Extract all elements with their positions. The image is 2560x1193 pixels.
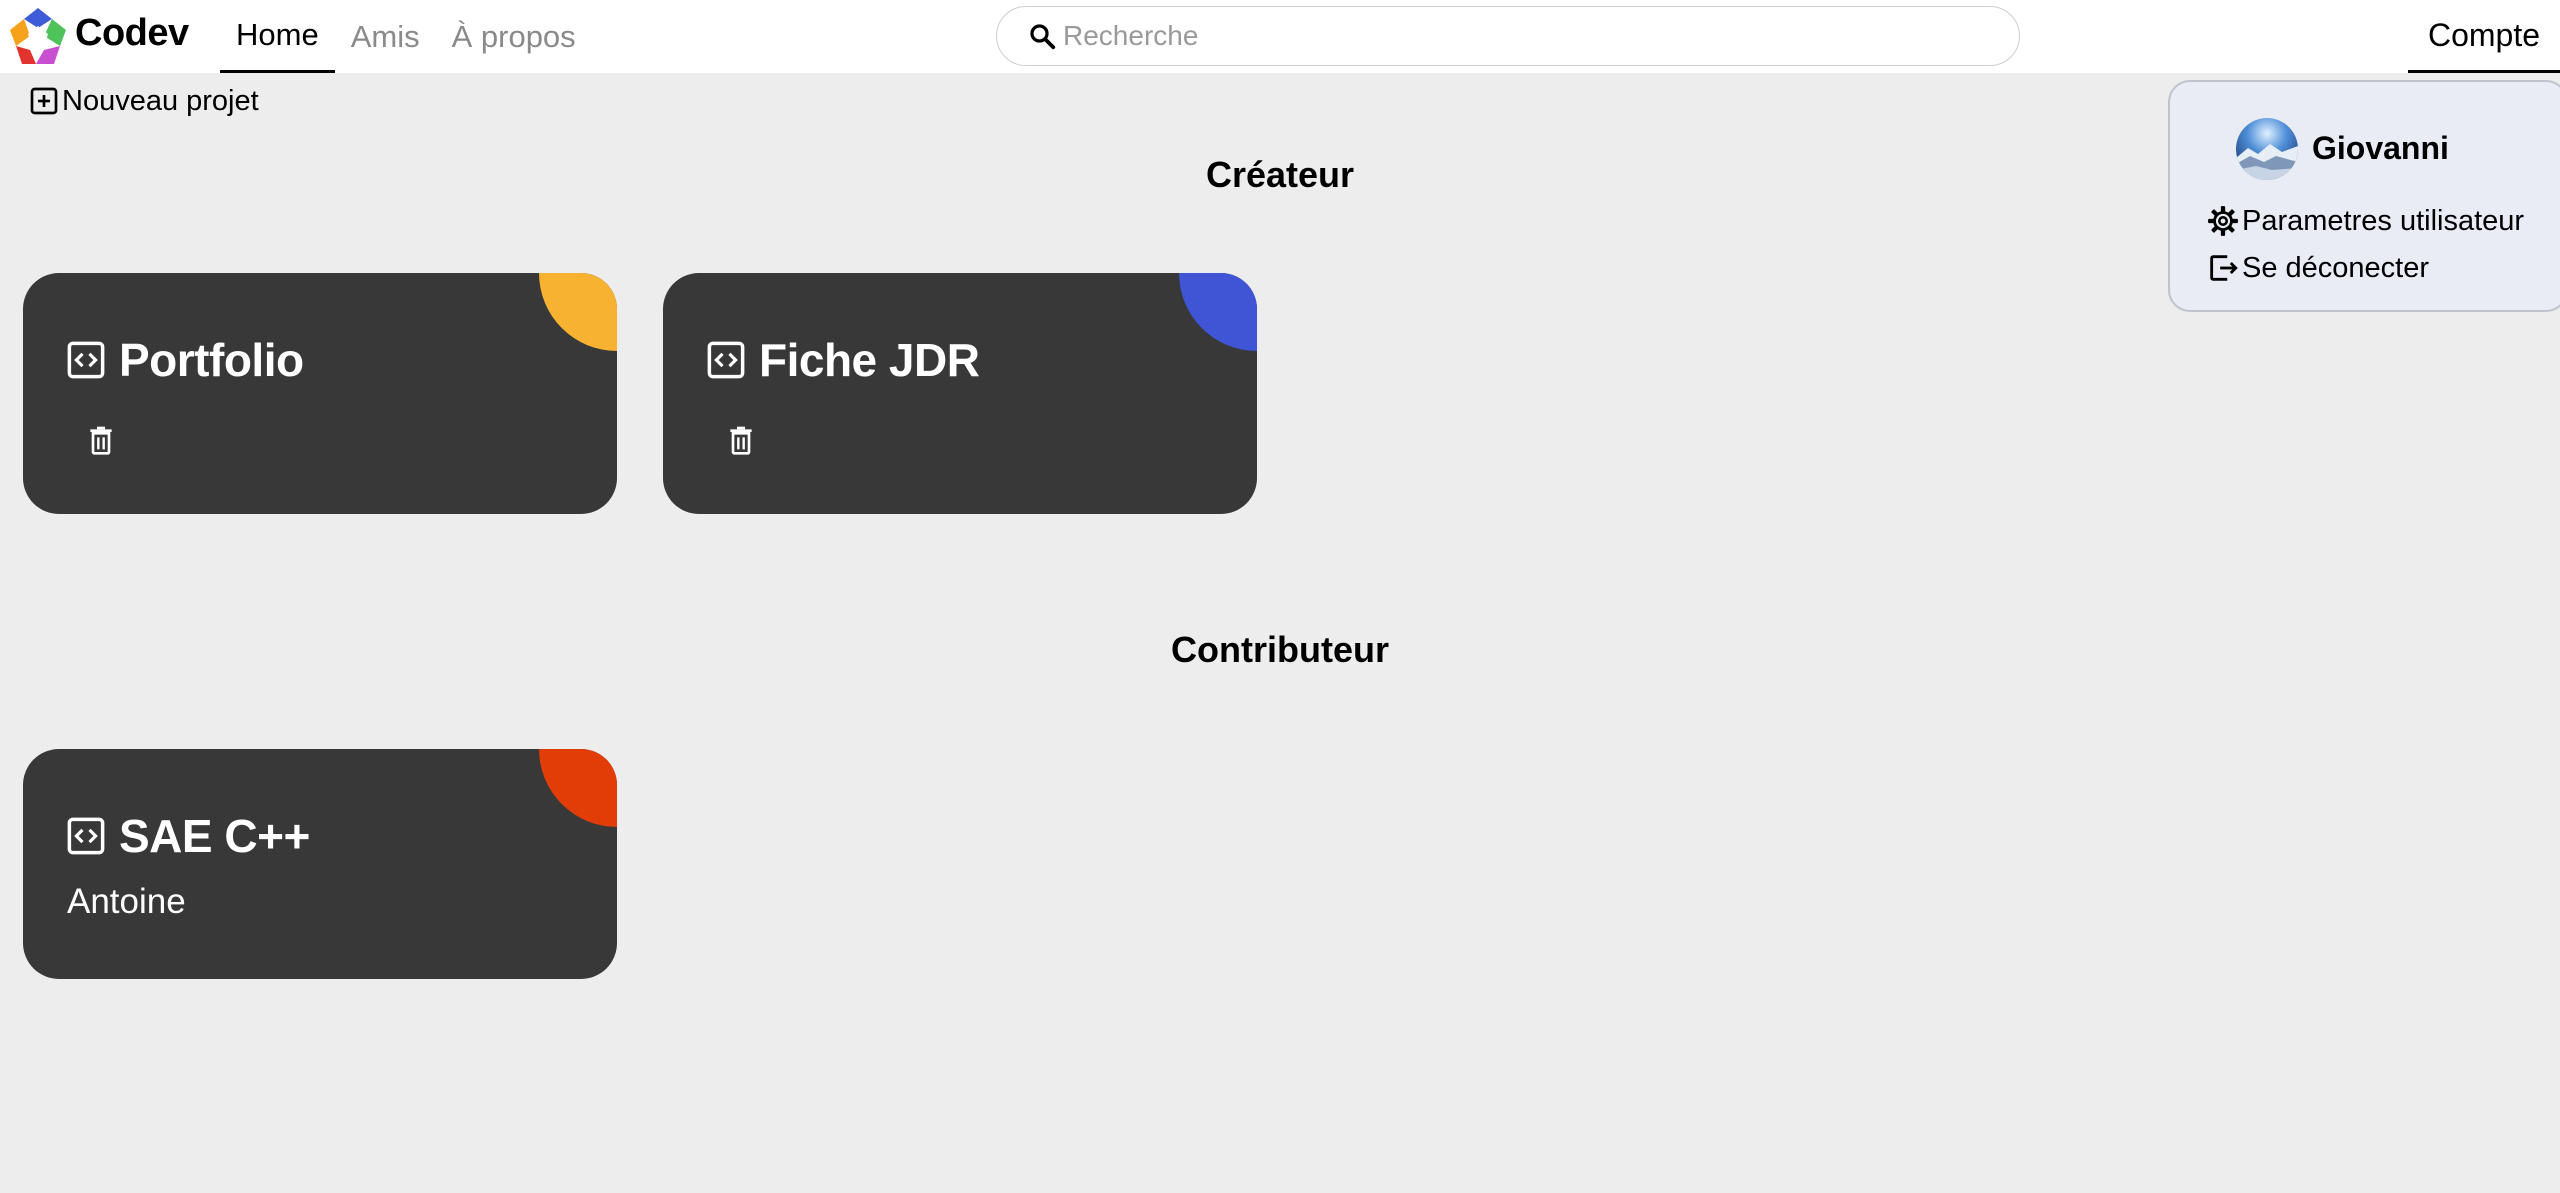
nav-home[interactable]: Home (220, 0, 335, 73)
project-card-portfolio[interactable]: Portfolio (23, 273, 617, 514)
logout-link[interactable]: Se déconecter (2206, 251, 2429, 285)
account-tab[interactable]: Compte (2408, 0, 2560, 73)
search-icon (1030, 24, 1056, 50)
new-project-button[interactable]: Nouveau projet (28, 84, 259, 118)
card-accent-corner (1179, 273, 1257, 351)
plus-square-icon (30, 87, 58, 115)
project-owner: Antoine (67, 882, 186, 921)
search-input[interactable] (1063, 20, 1963, 52)
trash-icon[interactable] (85, 424, 117, 456)
top-navbar: Codev Home Amis À propos Compte (0, 0, 2560, 73)
account-username: Giovanni (2312, 130, 2449, 166)
section-title-contributor: Contributeur (1171, 629, 1389, 670)
code-square-icon (707, 341, 745, 379)
code-square-icon (67, 817, 105, 855)
brand-name[interactable]: Codev (75, 12, 189, 55)
card-title-row: Portfolio (65, 333, 304, 387)
account-dropdown: Giovanni Parametres utilisateur Se décon… (2168, 80, 2560, 312)
card-accent-corner (539, 749, 617, 827)
nav-friends[interactable]: Amis (335, 0, 436, 73)
logout-label: Se déconecter (2242, 251, 2430, 284)
card-title-row: SAE C++ (65, 809, 310, 863)
project-card-fiche-jdr[interactable]: Fiche JDR (663, 273, 1257, 514)
project-title: Portfolio (119, 334, 304, 386)
project-card-sae-cpp[interactable]: SAE C++ Antoine (23, 749, 617, 979)
user-settings-label: Parametres utilisateur (2242, 204, 2525, 237)
gear-icon (2208, 206, 2238, 236)
card-title-row: Fiche JDR (705, 333, 980, 387)
search-bar[interactable] (996, 6, 2020, 66)
nav-about[interactable]: À propos (436, 0, 592, 73)
avatar-image-icon (2236, 118, 2298, 180)
user-settings-link[interactable]: Parametres utilisateur (2206, 204, 2524, 238)
project-title: Fiche JDR (759, 334, 980, 386)
logout-icon (2210, 255, 2238, 281)
card-accent-corner (539, 273, 617, 351)
project-title: SAE C++ (119, 810, 310, 862)
new-project-label: Nouveau projet (62, 84, 259, 117)
avatar[interactable] (2236, 118, 2298, 180)
trash-icon[interactable] (725, 424, 757, 456)
code-square-icon (67, 341, 105, 379)
main-nav: Home Amis À propos (220, 0, 592, 73)
codev-logo-icon[interactable] (8, 6, 68, 66)
